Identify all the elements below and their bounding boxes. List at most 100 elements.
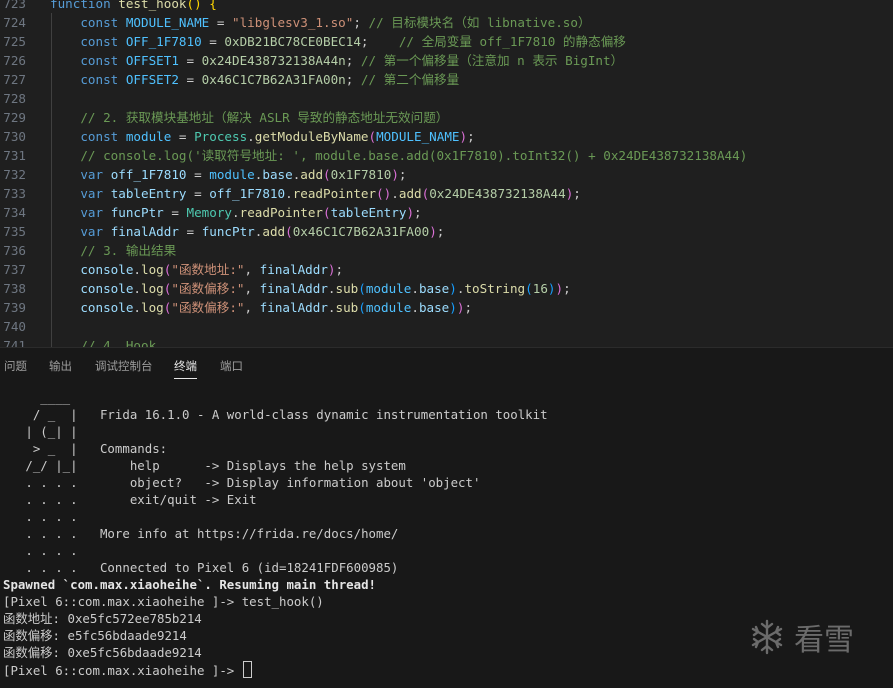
- terminal-cursor: [242, 661, 252, 678]
- code-token: module: [365, 281, 412, 296]
- code-token: (: [323, 205, 331, 220]
- line-number: 728: [3, 91, 26, 106]
- code-token: (: [358, 300, 366, 315]
- code-token: ): [391, 167, 399, 182]
- code-line[interactable]: 733 var tableEntry = off_1F7810.readPoin…: [0, 184, 893, 203]
- panel-tab-bar: 问题 输出 调试控制台 终端 端口: [0, 348, 893, 382]
- code-text: const module = Process.getModuleByName(M…: [50, 127, 474, 146]
- code-token: .: [327, 300, 336, 315]
- code-token: module: [365, 300, 412, 315]
- code-text: console.log("函数偏移:", finalAddr.sub(modul…: [50, 298, 472, 317]
- tab-output[interactable]: 输出: [49, 358, 72, 378]
- code-token: .: [133, 300, 142, 315]
- code-token: "函数地址:": [171, 262, 245, 277]
- code-token: module: [209, 167, 255, 182]
- code-text: const MODULE_NAME = "libglesv3_1.so"; //…: [50, 13, 591, 32]
- code-line[interactable]: 735 var finalAddr = funcPtr.add(0x46C1C7…: [0, 222, 893, 241]
- code-line[interactable]: 730 const module = Process.getModuleByNa…: [0, 127, 893, 146]
- line-number: 740: [3, 319, 26, 334]
- code-line[interactable]: 741 // 4. Hook: [0, 336, 893, 347]
- code-token: =: [209, 15, 232, 30]
- code-token: // 4. Hook: [80, 338, 157, 347]
- tab-problems[interactable]: 问题: [4, 358, 27, 378]
- terminal-line: . . . . object? -> Display information a…: [3, 474, 480, 491]
- code-token: console: [80, 262, 134, 277]
- code-token: // 第二个偏移量: [360, 72, 460, 87]
- code-token: 16: [532, 281, 548, 296]
- code-token: log: [141, 281, 164, 296]
- code-line[interactable]: 724 const MODULE_NAME = "libglesv3_1.so"…: [0, 13, 893, 32]
- code-token: =: [201, 34, 225, 49]
- code-text: // 3. 输出结果: [50, 241, 176, 260]
- code-token: readPointer: [239, 205, 324, 220]
- terminal-line: . . . . More info at https://frida.re/do…: [3, 525, 398, 542]
- code-token: =: [186, 186, 210, 201]
- code-token: ;: [563, 281, 571, 296]
- code-token: add: [398, 186, 422, 201]
- code-line[interactable]: 726 const OFFSET1 = 0x24DE438732138A44n;…: [0, 51, 893, 70]
- code-token: sub: [335, 300, 359, 315]
- terminal-line: [Pixel 6::com.max.xiaoheihe ]-> test_hoo…: [3, 593, 324, 610]
- code-line[interactable]: 737 console.log("函数地址:", finalAddr);: [0, 260, 893, 279]
- watermark-text: 看雪: [794, 623, 854, 658]
- code-line[interactable]: 732 var off_1F7810 = module.base.add(0x1…: [0, 165, 893, 184]
- code-token: (: [323, 167, 331, 182]
- code-token: MODULE_NAME: [376, 129, 460, 144]
- indent-guide: [51, 317, 52, 336]
- terminal-line: 函数偏移: e5fc56bdaade9214: [3, 627, 187, 644]
- code-token: (: [358, 281, 366, 296]
- tab-ports[interactable]: 端口: [220, 358, 243, 378]
- code-token: sub: [335, 281, 359, 296]
- terminal-text: [Pixel 6::com.max.xiaoheihe ]->: [3, 663, 242, 678]
- tab-terminal[interactable]: 终端: [174, 358, 197, 379]
- tab-debug-console[interactable]: 调试控制台: [95, 358, 153, 378]
- code-token: {: [209, 0, 217, 11]
- code-token: ,: [244, 300, 260, 315]
- code-token: (): [186, 0, 202, 11]
- code-line[interactable]: 731 // console.log('读取符号地址: ', module.ba…: [0, 146, 893, 165]
- code-text: var tableEntry = off_1F7810.readPointer(…: [50, 184, 581, 203]
- code-token: (: [368, 129, 377, 144]
- code-line[interactable]: 738 console.log("函数偏移:", finalAddr.sub(m…: [0, 279, 893, 298]
- code-token: .: [133, 281, 142, 296]
- code-token: ;: [398, 167, 407, 182]
- code-token: // 目标模块名（如 libnative.so）: [368, 15, 591, 30]
- code-line[interactable]: 729 // 2. 获取模块基地址（解决 ASLR 导致的静态地址无效问题）: [0, 108, 893, 127]
- code-token: (): [376, 186, 392, 201]
- code-token: OFFSET2: [125, 72, 179, 87]
- terminal-line: . . . .: [3, 508, 77, 525]
- code-token: console: [80, 281, 134, 296]
- code-line[interactable]: 727 const OFFSET2 = 0x46C1C7B62A31FA00n;…: [0, 70, 893, 89]
- code-line[interactable]: 734 var funcPtr = Memory.readPointer(tab…: [0, 203, 893, 222]
- terminal-line: Spawned `com.max.xiaoheihe`. Resuming ma…: [3, 576, 376, 593]
- code-line[interactable]: 728: [0, 89, 893, 108]
- code-line[interactable]: 725 const OFF_1F7810 = 0xDB21BC78CE0BEC1…: [0, 32, 893, 51]
- code-token: finalAddr: [259, 281, 328, 296]
- code-token: ): [327, 262, 336, 277]
- code-token: log: [141, 300, 164, 315]
- code-token: "libglesv3_1.so": [232, 15, 354, 30]
- code-token: =: [178, 72, 202, 87]
- code-token: =: [163, 205, 187, 220]
- line-number: 730: [3, 129, 26, 144]
- terminal-text: [Pixel 6::com.max.xiaoheihe ]-> test_hoo…: [3, 594, 324, 609]
- code-line[interactable]: 736 // 3. 输出结果: [0, 241, 893, 260]
- code-editor[interactable]: 723 function test_hook() {724 const MODUL…: [0, 0, 893, 347]
- code-token: ;: [345, 53, 361, 68]
- code-token: // console.log('读取符号地址: ', module.base.a…: [80, 148, 748, 163]
- code-token: =: [178, 224, 202, 239]
- line-number: 734: [3, 205, 26, 220]
- code-line[interactable]: 740: [0, 317, 893, 336]
- snowflake-icon: [751, 619, 783, 655]
- code-token: const: [80, 53, 126, 68]
- terminal-line: 函数偏移: 0xe5fc56bdaade9214: [3, 644, 202, 661]
- code-token: funcPtr: [201, 224, 255, 239]
- code-line[interactable]: 739 console.log("函数偏移:", finalAddr.sub(m…: [0, 298, 893, 317]
- code-line[interactable]: 723 function test_hook() {: [0, 0, 893, 13]
